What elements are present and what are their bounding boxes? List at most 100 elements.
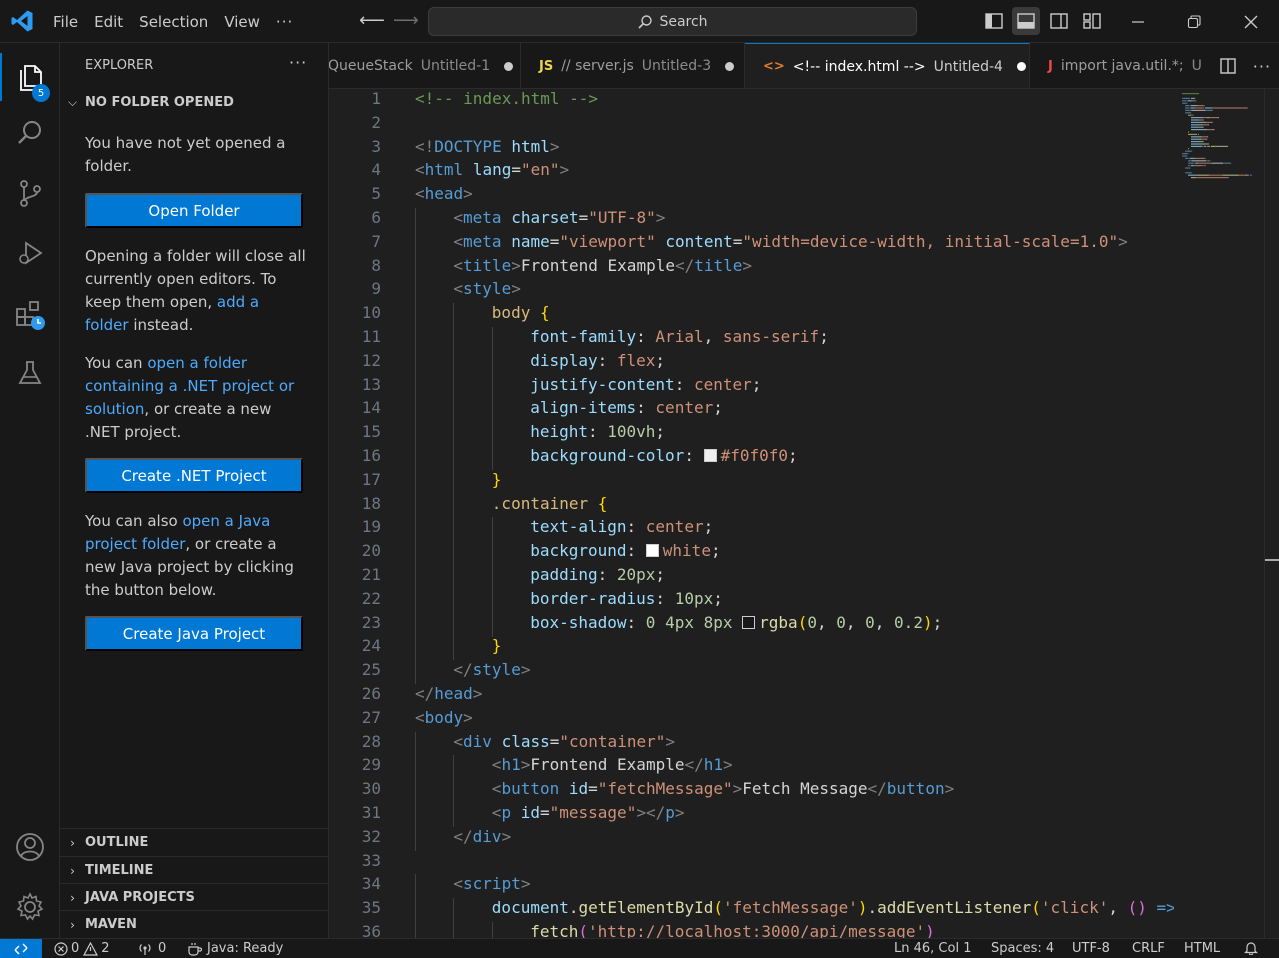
code-line[interactable]: 29 <h1>Frontend Example</h1> <box>329 755 1174 780</box>
code-line[interactable]: 19 text-align: center; <box>329 517 1174 542</box>
sidebar-more-icon[interactable]: ··· <box>289 53 307 72</box>
code-line[interactable]: 31 <p id="message"></p> <box>329 803 1174 827</box>
minimize-button[interactable] <box>1112 0 1164 43</box>
open-folder-button[interactable]: Open Folder <box>85 193 303 228</box>
timeline-section[interactable]: › TIMELINE <box>60 856 329 884</box>
toggle-primary-sidebar-icon[interactable] <box>983 10 1005 32</box>
code-line[interactable]: 33 <box>329 851 1174 875</box>
vertical-scrollbar[interactable] <box>1264 89 1279 938</box>
activity-manage[interactable] <box>0 883 60 931</box>
code-line[interactable]: 11 font-family: Arial, sans-serif; <box>329 327 1174 351</box>
outline-section[interactable]: › OUTLINE <box>60 828 329 856</box>
indentation[interactable]: Spaces: 4 <box>991 941 1054 956</box>
menu-file[interactable]: File <box>45 13 86 31</box>
code-token: meta <box>463 208 502 227</box>
code-line[interactable]: 15 height: 100vh; <box>329 422 1174 447</box>
color-swatch[interactable] <box>645 544 659 558</box>
menu-view[interactable]: View <box>216 13 268 31</box>
code-line[interactable]: 36 fetch('http://localhost:3000/api/messa… <box>329 922 1174 938</box>
problems-indicator[interactable]: 0 2 <box>54 941 110 956</box>
split-editor-icon[interactable] <box>1219 57 1237 75</box>
code-line[interactable]: 28 <div class="container"> <box>329 731 1174 756</box>
color-swatch[interactable] <box>742 615 756 629</box>
customize-layout-icon[interactable] <box>1081 10 1103 32</box>
maven-section[interactable]: › MAVEN <box>60 910 329 938</box>
restore-button[interactable] <box>1168 0 1220 43</box>
activity-extensions[interactable] <box>0 291 60 339</box>
tab-queuestack[interactable]: QueueStack Untitled-1 <box>329 43 521 88</box>
code-line[interactable]: 22 border-radius: 10px; <box>329 588 1174 613</box>
code-line[interactable]: 8 <title>Frontend Example</title> <box>329 255 1174 280</box>
code-line[interactable]: 10 body { <box>329 303 1174 328</box>
code-line[interactable]: 21 padding: 20px; <box>329 565 1174 589</box>
code-line[interactable]: 16 background-color: #f0f0f0; <box>329 446 1174 470</box>
code-line[interactable]: 3 <!DOCTYPE html> <box>329 137 1174 161</box>
code-line[interactable]: 5 <head> <box>329 184 1174 208</box>
unsaved-dot-icon[interactable] <box>725 61 735 71</box>
code-line[interactable]: 7 <meta name="viewport" content="width=de… <box>329 231 1174 256</box>
unsaved-dot-icon[interactable] <box>504 61 514 71</box>
activity-testing[interactable] <box>0 349 60 397</box>
html-file-icon: <> <box>763 59 785 74</box>
back-arrow-icon[interactable]: ⟵ <box>359 10 385 31</box>
code-text: align-items: center; <box>530 398 723 418</box>
activity-search[interactable] <box>0 109 60 157</box>
code-line[interactable]: 32 </div> <box>329 826 1174 851</box>
activity-accounts[interactable] <box>0 823 60 871</box>
close-window-button[interactable] <box>1225 0 1277 43</box>
code-line[interactable]: 14 align-items: center; <box>329 398 1174 423</box>
no-folder-section-header[interactable]: ⌵ NO FOLDER OPENED <box>60 89 329 115</box>
java-projects-section[interactable]: › JAVA PROJECTS <box>60 883 329 911</box>
notifications-button[interactable] <box>1244 941 1258 955</box>
code-line[interactable]: 13 justify-content: center; <box>329 374 1174 399</box>
code-line[interactable]: 1 <!-- index.html --> <box>329 89 1174 113</box>
code-line[interactable]: 2 <box>329 113 1174 137</box>
menu-more-icon[interactable]: ··· <box>268 13 301 31</box>
code-line[interactable]: 17} <box>329 469 1174 494</box>
code-line[interactable]: 34 <script> <box>329 874 1174 899</box>
minimap-token <box>1188 165 1189 167</box>
unsaved-dot-icon[interactable] <box>1016 62 1026 71</box>
code-line[interactable]: 25 </style> <box>329 660 1174 685</box>
code-line[interactable]: 30 <button id="fetchMessage">Fetch Messag… <box>329 779 1174 804</box>
code-token: 20px <box>616 565 656 584</box>
menu-edit[interactable]: Edit <box>86 13 131 31</box>
cursor-position[interactable]: Ln 46, Col 1 <box>894 941 971 956</box>
code-line[interactable]: 20 background: white; <box>329 541 1174 566</box>
vscode-logo-icon[interactable] <box>10 9 34 33</box>
more-actions-icon[interactable]: ··· <box>1253 57 1271 76</box>
java-status[interactable]: Java: Ready <box>187 941 283 956</box>
code-line[interactable]: 6 <meta charset="UTF-8"> <box>329 208 1174 232</box>
command-center-search[interactable]: Search <box>428 7 917 36</box>
menu-selection[interactable]: Selection <box>131 13 216 31</box>
toggle-panel-button[interactable] <box>1012 7 1040 35</box>
code-line[interactable]: 27 <body> <box>329 708 1174 732</box>
remote-indicator[interactable] <box>0 939 42 958</box>
language-mode[interactable]: HTML <box>1184 941 1220 956</box>
create-java-project-button[interactable]: Create Java Project <box>85 616 303 651</box>
code-line[interactable]: 23 box-shadow: 0 4px 8px rgba(0, 0, 0, 0.… <box>329 612 1174 637</box>
ports-indicator[interactable]: 0 <box>137 941 166 956</box>
create-net-project-button[interactable]: Create .NET Project <box>85 458 303 493</box>
forward-arrow-icon[interactable]: ⟶ <box>393 10 419 31</box>
code-line[interactable]: 18 .container { <box>329 493 1174 518</box>
code-editor[interactable]: 1 <!-- index.html --> 2 3 <!DOCTYPE html> 4 <h… <box>329 89 1279 938</box>
code-line[interactable]: 9 <style> <box>329 279 1174 304</box>
tab-server-js[interactable]: JS // server.js Untitled-3 <box>521 43 745 88</box>
line-ending[interactable]: CRLF <box>1132 941 1165 956</box>
indent-guide <box>415 541 416 566</box>
code-line[interactable]: 26 </head> <box>329 684 1174 708</box>
toggle-secondary-sidebar-icon[interactable] <box>1048 10 1070 32</box>
encoding[interactable]: UTF-8 <box>1072 941 1110 956</box>
activity-source-control[interactable] <box>0 169 60 217</box>
tab-java[interactable]: J import java.util.*; U <box>1030 43 1230 88</box>
activity-explorer[interactable]: 5 <box>0 53 60 102</box>
color-swatch[interactable] <box>703 449 717 462</box>
tab-index-html[interactable]: <> <!-- index.html --> Untitled-4 <box>745 43 1030 88</box>
code-line[interactable]: 12 display: flex; <box>329 350 1174 375</box>
code-line[interactable]: 35 document.getElementById('fetchMessage'… <box>329 898 1174 923</box>
code-line[interactable]: 4 <html lang="en"> <box>329 160 1174 184</box>
minimap[interactable] <box>1174 89 1264 938</box>
code-line[interactable]: 24} <box>329 636 1174 661</box>
activity-run-debug[interactable] <box>0 229 60 277</box>
